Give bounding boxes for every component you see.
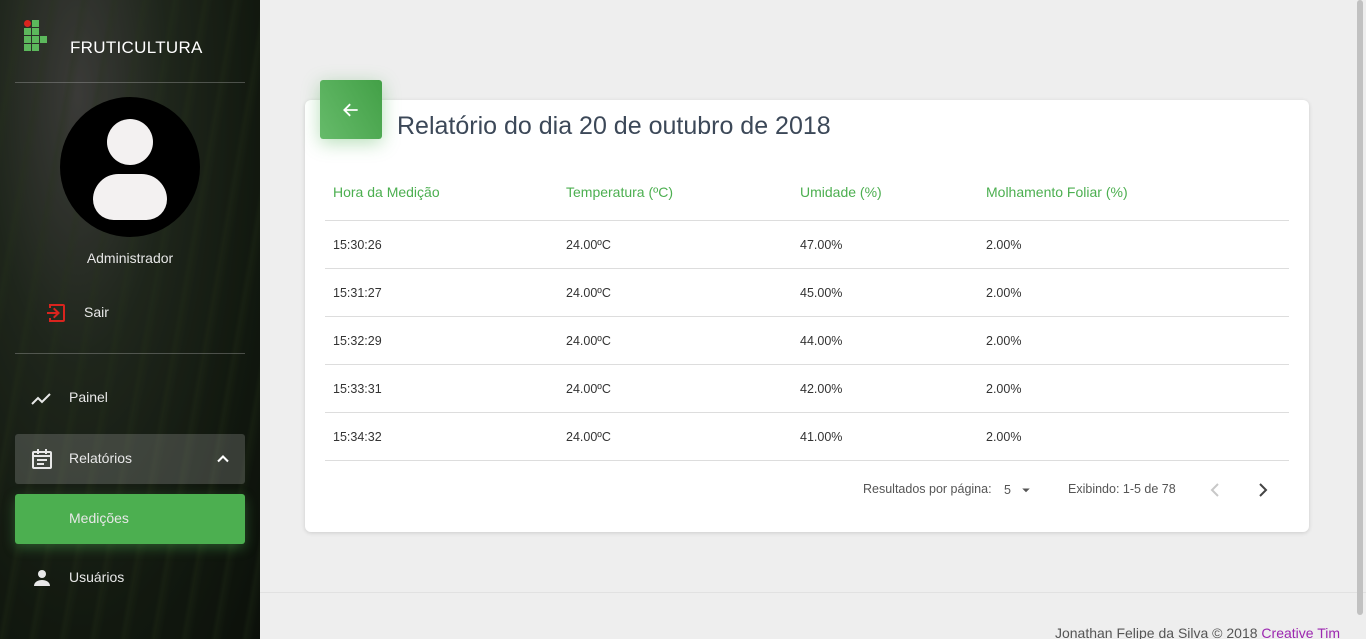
cell-leaf-wetness: 2.00% <box>986 382 1022 396</box>
range-label: Exibindo: 1-5 de 78 <box>1068 482 1176 496</box>
divider <box>15 353 245 354</box>
divider <box>325 412 1289 413</box>
column-header[interactable]: Hora da Medição <box>333 184 440 200</box>
cell-temperature: 24.00ºC <box>566 238 611 252</box>
logout-label: Sair <box>84 304 109 320</box>
cell-leaf-wetness: 2.00% <box>986 238 1022 252</box>
chevron-up-icon[interactable] <box>213 449 233 469</box>
trending-up-icon <box>31 393 51 405</box>
cell-temperature: 24.00ºC <box>566 334 611 348</box>
avatar <box>60 97 200 237</box>
sidebar-item-relatorios[interactable]: Relatórios <box>15 434 245 484</box>
sidebar-item-label: Painel <box>69 389 108 405</box>
logo-icon <box>24 20 50 54</box>
cell-humidity: 41.00% <box>800 430 843 444</box>
cell-humidity: 47.00% <box>800 238 843 252</box>
sidebar-item-medicoes[interactable]: Medições <box>15 494 245 544</box>
per-page-label: Resultados por página: <box>863 482 992 496</box>
divider <box>325 268 1289 269</box>
column-header[interactable]: Molhamento Foliar (%) <box>986 184 1128 200</box>
column-header[interactable]: Temperatura (ºC) <box>566 184 673 200</box>
logout-button[interactable]: Sair <box>15 288 245 338</box>
cell-temperature: 24.00ºC <box>566 430 611 444</box>
cell-time: 15:33:31 <box>333 382 382 396</box>
person-icon <box>34 570 50 586</box>
user-name: Administrador <box>86 250 174 266</box>
chevron-left-icon[interactable] <box>1203 478 1227 502</box>
logo <box>24 20 50 54</box>
chevron-right-icon[interactable] <box>1251 478 1275 502</box>
divider <box>325 316 1289 317</box>
divider <box>15 82 245 83</box>
cell-leaf-wetness: 2.00% <box>986 430 1022 444</box>
cell-leaf-wetness: 2.00% <box>986 286 1022 300</box>
cell-temperature: 24.00ºC <box>566 286 611 300</box>
page-title: Relatório do dia 20 de outubro de 2018 <box>397 112 831 140</box>
column-header[interactable]: Umidade (%) <box>800 184 882 200</box>
scrollbar[interactable] <box>1357 0 1363 615</box>
cell-humidity: 42.00% <box>800 382 843 396</box>
footer-link[interactable]: Creative Tim <box>1261 625 1340 639</box>
caret-down-icon <box>1022 488 1030 493</box>
sidebar-item-usuarios[interactable]: Usuários <box>15 553 245 603</box>
sidebar: FRUTICULTURA Administrador Sair Painel R… <box>0 0 260 639</box>
back-button[interactable] <box>320 80 382 139</box>
sidebar-item-painel[interactable]: Painel <box>15 373 245 423</box>
cell-leaf-wetness: 2.00% <box>986 334 1022 348</box>
sidebar-item-label: Usuários <box>69 569 125 585</box>
calendar-icon <box>32 449 52 469</box>
footer-text: Jonathan Felipe da Silva © 2018 <box>1054 625 1258 639</box>
cell-time: 15:30:26 <box>333 238 382 252</box>
divider <box>325 460 1289 461</box>
cell-time: 15:34:32 <box>333 430 382 444</box>
per-page-select[interactable]: 5 <box>1004 481 1035 499</box>
cell-humidity: 44.00% <box>800 334 843 348</box>
footer: Jonathan Felipe da Silva © 2018 Creative… <box>1055 625 1340 639</box>
per-page-value: 5 <box>1004 483 1011 497</box>
cell-time: 15:31:27 <box>333 286 382 300</box>
sidebar-item-label: Medições <box>69 510 129 526</box>
sidebar-item-label: Relatórios <box>69 450 133 466</box>
divider <box>325 364 1289 365</box>
footer-divider <box>260 592 1366 593</box>
cell-temperature: 24.00ºC <box>566 382 611 396</box>
cell-humidity: 45.00% <box>800 286 843 300</box>
cell-time: 15:32:29 <box>333 334 382 348</box>
arrow-left-icon <box>343 103 358 116</box>
brand-title[interactable]: FRUTICULTURA <box>70 38 203 58</box>
logout-icon <box>47 304 65 322</box>
divider <box>325 220 1289 221</box>
